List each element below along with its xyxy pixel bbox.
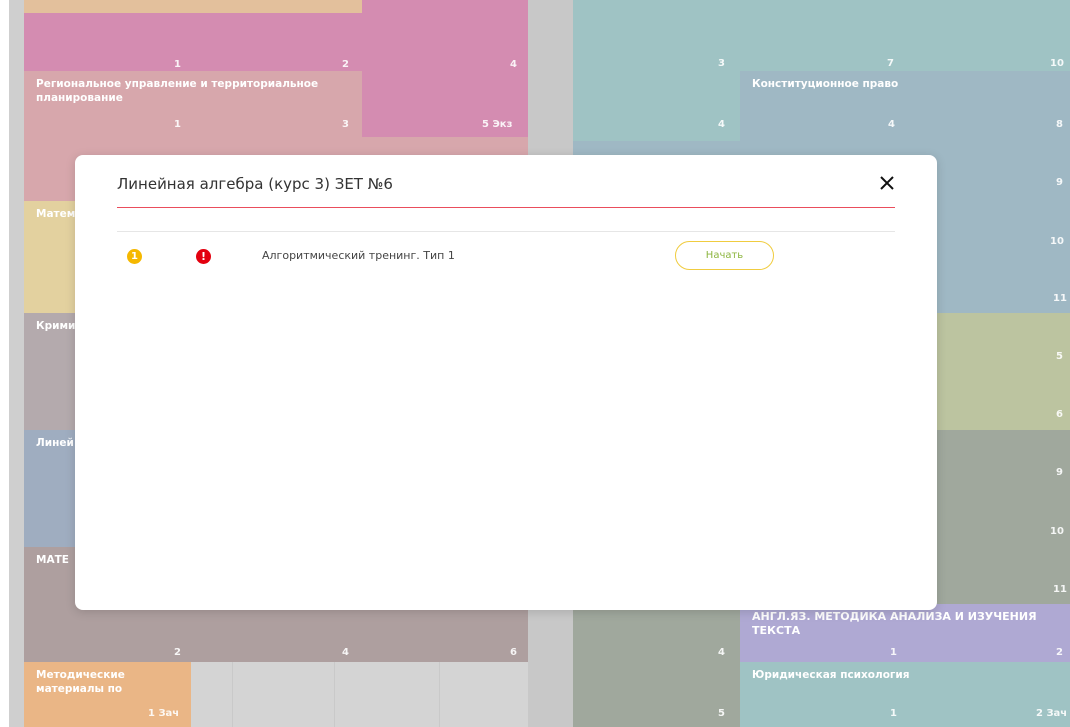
modal-title: Линейная алгебра (курс 3) ЗЕТ №6 (117, 175, 393, 193)
close-icon[interactable] (875, 171, 899, 195)
task-modal: Линейная алгебра (курс 3) ЗЕТ №6 1 ! Алг… (75, 155, 937, 610)
start-button[interactable]: Начать (675, 241, 774, 270)
alert-icon: ! (196, 249, 211, 264)
row-divider (117, 231, 895, 232)
title-underline (117, 207, 895, 208)
task-number-badge: 1 (127, 249, 142, 264)
task-label: Алгоритмический тренинг. Тип 1 (262, 249, 455, 262)
